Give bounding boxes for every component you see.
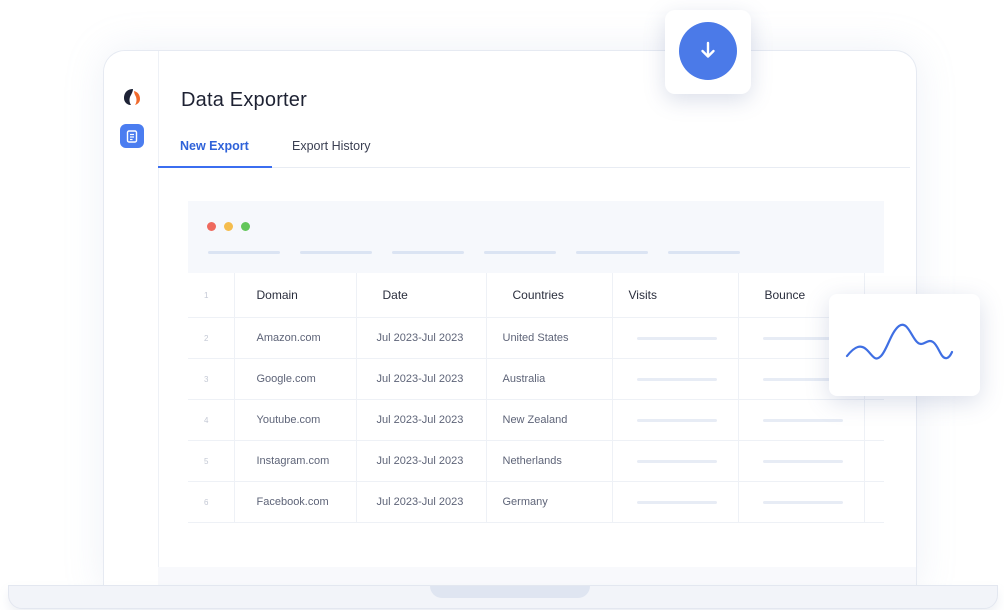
cell-date: Jul 2023-Jul 2023 — [356, 440, 487, 482]
sidebar-item-exporter[interactable] — [120, 124, 144, 148]
download-button[interactable] — [679, 22, 737, 80]
toolbar-placeholder — [576, 251, 648, 254]
placeholder-bar — [636, 336, 717, 340]
placeholder-bar — [636, 418, 717, 422]
laptop-notch — [430, 586, 590, 598]
cell-country: Australia — [486, 358, 613, 400]
row-number: 5 — [188, 440, 235, 482]
wave-chart-icon — [845, 323, 954, 360]
row-number: 3 — [188, 358, 235, 400]
toolbar-placeholder — [208, 251, 280, 254]
cell-country: New Zealand — [486, 399, 613, 441]
cell-country: Netherlands — [486, 440, 613, 482]
row-number: 4 — [188, 399, 235, 441]
tab-export-history[interactable]: Export History — [292, 139, 371, 166]
page-title: Data Exporter — [181, 89, 307, 111]
table-row[interactable]: 4 Youtube.com Jul 2023-Jul 2023 New Zeal… — [188, 399, 884, 441]
sidebar — [104, 51, 159, 591]
placeholder-bar — [636, 377, 717, 381]
cell-domain: Facebook.com — [234, 481, 357, 523]
column-header-date[interactable]: Date — [356, 273, 487, 318]
download-arrow-icon — [701, 41, 715, 58]
table-row[interactable]: 3 Google.com Jul 2023-Jul 2023 Australia — [188, 358, 884, 400]
active-tab-indicator — [158, 166, 272, 168]
cell-date: Jul 2023-Jul 2023 — [356, 481, 487, 523]
cell-domain: Youtube.com — [234, 399, 357, 441]
column-header-countries[interactable]: Countries — [486, 273, 613, 318]
column-header-domain[interactable]: Domain — [234, 273, 357, 318]
cell-domain: Amazon.com — [234, 317, 357, 359]
table-row[interactable]: 2 Amazon.com Jul 2023-Jul 2023 United St… — [188, 317, 884, 359]
cell-bounce — [738, 481, 865, 523]
browser-preview-card: 1 Domain Date Countries Visits Bounce 2 … — [188, 201, 884, 527]
placeholder-bar — [762, 500, 843, 504]
placeholder-bar — [762, 459, 843, 463]
document-icon — [126, 129, 138, 143]
cell-date: Jul 2023-Jul 2023 — [356, 399, 487, 441]
window-maximize-dot — [241, 222, 250, 231]
cell-country: United States — [486, 317, 613, 359]
placeholder-bar — [636, 500, 717, 504]
toolbar-placeholder — [484, 251, 556, 254]
browser-toolbar — [188, 201, 884, 273]
cell-extra — [864, 481, 884, 523]
cell-extra — [864, 440, 884, 482]
cell-visits — [612, 317, 739, 359]
cell-date: Jul 2023-Jul 2023 — [356, 358, 487, 400]
row-number: 1 — [188, 273, 235, 318]
tab-new-export[interactable]: New Export — [180, 139, 249, 166]
cell-domain: Instagram.com — [234, 440, 357, 482]
laptop-screen: Data Exporter New Export Export History — [103, 50, 917, 591]
cell-visits — [612, 440, 739, 482]
toolbar-placeholder — [300, 251, 372, 254]
toolbar-placeholder — [392, 251, 464, 254]
row-number: 6 — [188, 481, 235, 523]
tab-bar: New Export Export History — [158, 129, 910, 168]
cell-visits — [612, 358, 739, 400]
cell-bounce — [738, 440, 865, 482]
cell-domain: Google.com — [234, 358, 357, 400]
toolbar-placeholder — [668, 251, 740, 254]
cell-extra — [864, 399, 884, 441]
table-row[interactable]: 5 Instagram.com Jul 2023-Jul 2023 Nether… — [188, 440, 884, 482]
window-close-dot — [207, 222, 216, 231]
table-header-row: 1 Domain Date Countries Visits Bounce — [188, 273, 884, 318]
logo-icon — [124, 89, 140, 105]
cell-visits — [612, 481, 739, 523]
cell-date: Jul 2023-Jul 2023 — [356, 317, 487, 359]
placeholder-bar — [762, 418, 843, 422]
wave-chart-card — [829, 294, 980, 396]
placeholder-bar — [636, 459, 717, 463]
window-minimize-dot — [224, 222, 233, 231]
table-row[interactable]: 6 Facebook.com Jul 2023-Jul 2023 Germany — [188, 481, 884, 523]
download-card — [665, 10, 751, 94]
row-number: 2 — [188, 317, 235, 359]
cell-bounce — [738, 399, 865, 441]
column-header-visits[interactable]: Visits — [612, 273, 739, 318]
cell-country: Germany — [486, 481, 613, 523]
cell-visits — [612, 399, 739, 441]
stage: Data Exporter New Export Export History — [0, 0, 1004, 610]
data-table: 1 Domain Date Countries Visits Bounce 2 … — [188, 273, 884, 523]
